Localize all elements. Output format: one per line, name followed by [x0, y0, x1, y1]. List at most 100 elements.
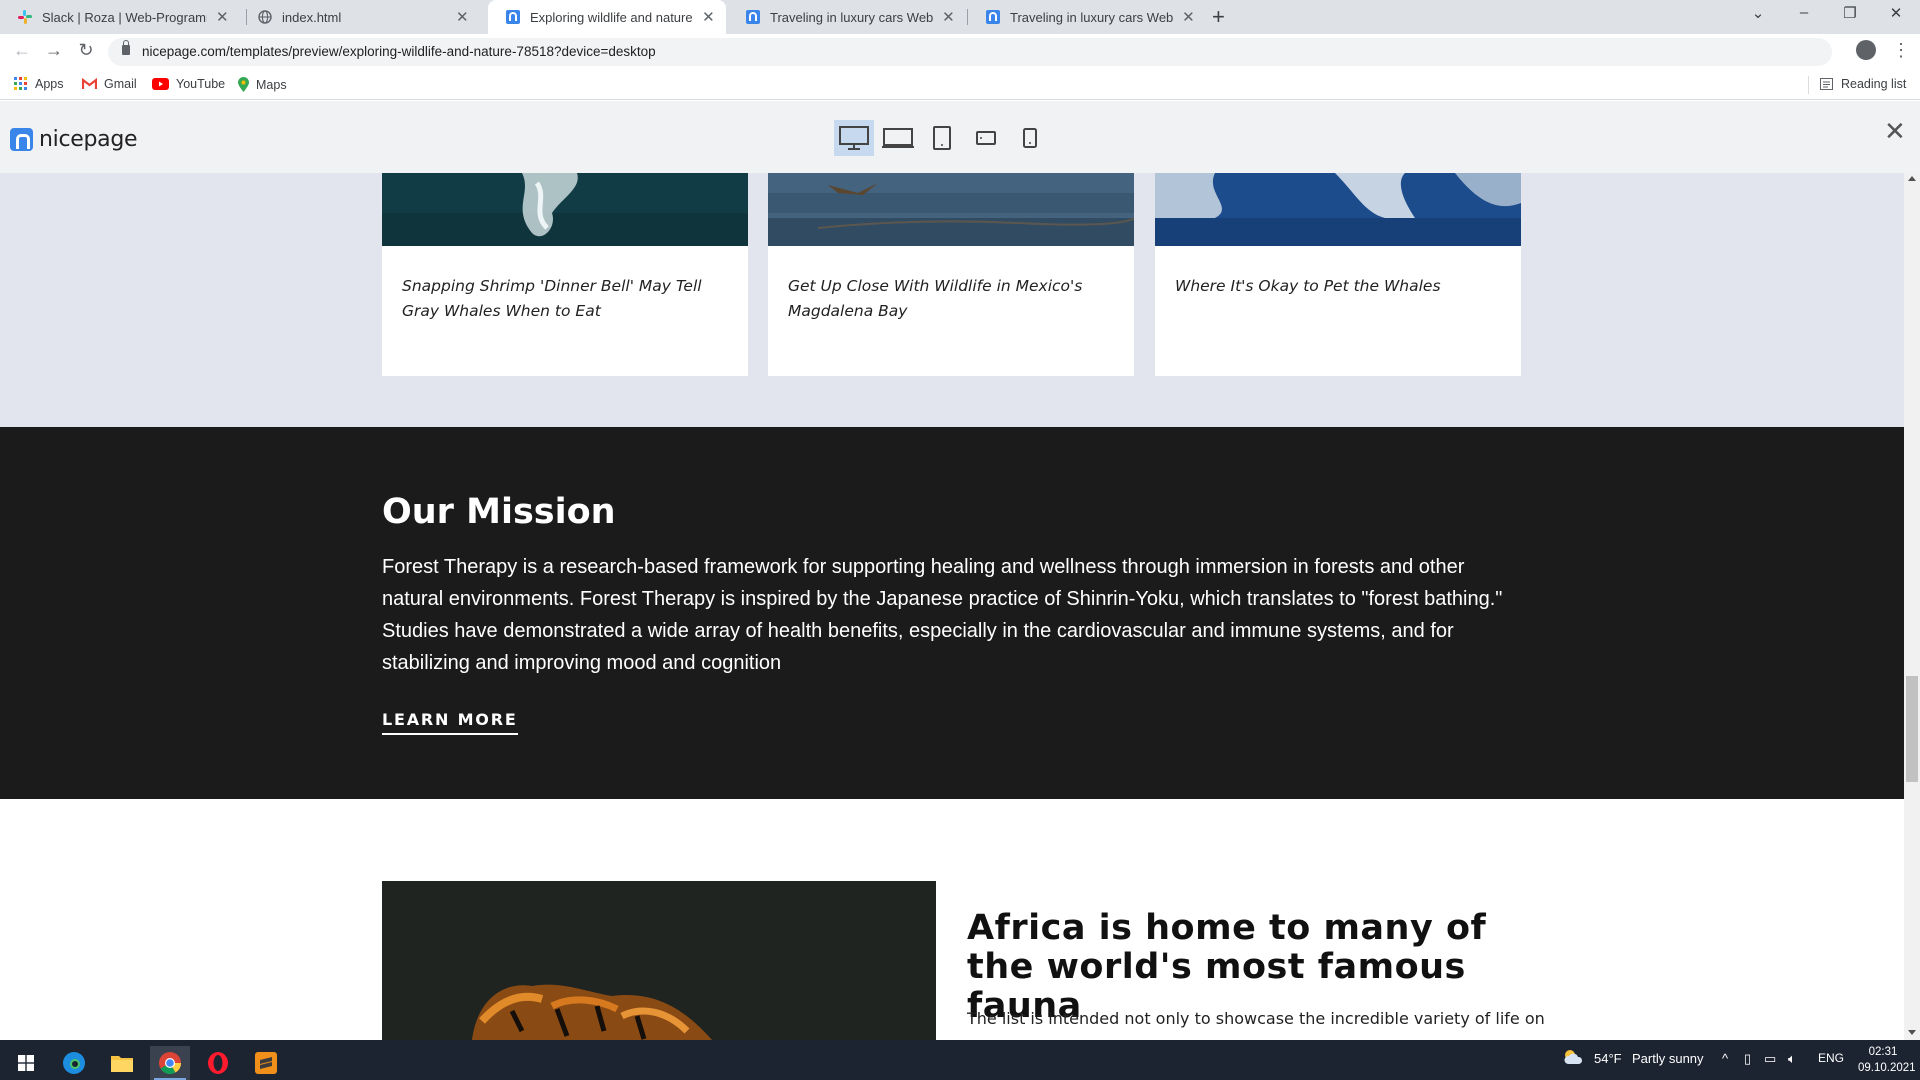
new-tab-button[interactable]: + [1212, 4, 1225, 30]
browser-menu-icon[interactable]: ⋮ [1892, 40, 1910, 61]
browser-tab-strip: Slack | Roza | Web-Programming ✕ index.h… [0, 0, 1920, 34]
url-text[interactable]: nicepage.com/templates/preview/exploring… [142, 44, 656, 59]
card-title[interactable]: Get Up Close With Wildlife in Mexico's M… [788, 274, 1118, 324]
tab-luxury-cars-1[interactable]: Traveling in luxury cars Web Page ✕ [728, 0, 966, 34]
bookmark-maps[interactable]: Maps [238, 77, 287, 92]
tab-luxury-cars-2[interactable]: Traveling in luxury cars Web Page ✕ [968, 0, 1206, 34]
bookmarks-divider [1808, 76, 1809, 94]
tab-title: Slack | Roza | Web-Programming [42, 9, 207, 25]
close-icon[interactable]: ✕ [1181, 8, 1196, 26]
learn-more-link[interactable]: LEARN MORE [382, 710, 518, 735]
nicepage-logo[interactable]: nicepage [10, 127, 138, 152]
tab-search-icon[interactable]: ⌄ [1748, 4, 1768, 22]
tab-index-html[interactable]: index.html ✕ [240, 0, 480, 34]
news-card[interactable]: Snapping Shrimp 'Dinner Bell' May Tell G… [382, 173, 748, 376]
browser-toolbar: ← → ↻ nicepage.com/templates/preview/exp… [0, 34, 1920, 70]
device-phone-button[interactable] [1010, 120, 1050, 156]
volume-icon[interactable]: 🔈︎ [1788, 1051, 1796, 1067]
nicepage-logo-text: nicepage [39, 127, 138, 152]
device-tablet-button[interactable] [922, 120, 962, 156]
minimize-button[interactable]: – [1794, 4, 1814, 21]
scroll-down-arrow-icon[interactable] [1908, 1030, 1916, 1035]
bookmarks-bar: Apps Gmail YouTube Maps Reading list [0, 70, 1920, 100]
bookmark-label: YouTube [176, 77, 226, 91]
device-desktop-button[interactable] [834, 120, 874, 156]
windows-start-icon[interactable] [6, 1046, 46, 1080]
scrollbar-thumb[interactable] [1906, 676, 1918, 782]
restore-button[interactable]: ❐ [1840, 4, 1860, 22]
weather-icon[interactable] [1562, 1049, 1584, 1068]
tray-expand-chevron-icon[interactable]: ^ [1722, 1051, 1728, 1066]
africa-text: The list is intended not only to showcas… [967, 1009, 1545, 1028]
device-tablet-landscape-button[interactable] [966, 120, 1006, 156]
opera-icon[interactable] [198, 1046, 238, 1080]
scroll-up-arrow-icon[interactable] [1908, 176, 1916, 181]
lock-icon [122, 40, 130, 55]
tiger-image [382, 881, 936, 1040]
laptop-icon [882, 128, 914, 148]
profile-avatar-icon[interactable] [1856, 40, 1876, 60]
clock-date: 09.10.2021 [1858, 1062, 1916, 1074]
bookmark-apps[interactable]: Apps [14, 77, 64, 91]
weather-temperature[interactable]: 54°F [1594, 1051, 1622, 1066]
language-indicator[interactable]: ENG [1818, 1051, 1844, 1065]
bookmark-label: Maps [256, 77, 287, 92]
close-icon[interactable]: ✕ [701, 8, 716, 26]
tab-slack[interactable]: Slack | Roza | Web-Programming ✕ [0, 0, 240, 34]
tablet-icon [933, 126, 951, 150]
desktop-icon [839, 126, 869, 150]
page-scrollbar[interactable] [1904, 173, 1920, 1040]
card-image-bird-sea[interactable] [768, 173, 1134, 246]
back-icon[interactable]: ← [10, 40, 34, 61]
bookmark-gmail[interactable]: Gmail [82, 77, 137, 91]
nicepage-preview-header: nicepage [0, 101, 1920, 173]
youtube-icon [152, 78, 169, 90]
nicepage-logo-icon [10, 128, 33, 151]
network-icon[interactable]: ▭ [1764, 1051, 1776, 1067]
close-icon[interactable]: ✕ [455, 8, 470, 26]
tab-exploring-wildlife[interactable]: Exploring wildlife and nature Tem ✕ [488, 0, 726, 34]
reading-list-button[interactable]: Reading list [1820, 77, 1906, 91]
mission-title: Our Mission [382, 492, 616, 532]
card-image-whale-spray[interactable] [1155, 173, 1521, 246]
clock-time: 02:31 [1868, 1046, 1898, 1058]
chrome-taskbar-icon[interactable] [150, 1046, 190, 1080]
tab-title: Exploring wildlife and nature Tem [530, 9, 693, 25]
sublime-text-icon[interactable] [246, 1046, 286, 1080]
africa-section: Africa is home to many of the world's mo… [0, 799, 1904, 1040]
reading-list-icon [1820, 78, 1833, 90]
bookmark-youtube[interactable]: YouTube [152, 77, 225, 91]
weather-description[interactable]: Partly sunny [1632, 1051, 1704, 1066]
forward-icon[interactable]: → [42, 40, 66, 61]
template-preview-viewport: Snapping Shrimp 'Dinner Bell' May Tell G… [0, 173, 1904, 1040]
bookmark-label: Apps [35, 77, 64, 91]
reading-list-label: Reading list [1841, 77, 1907, 91]
close-icon[interactable]: ✕ [215, 8, 230, 26]
bookmark-label: Gmail [104, 77, 137, 91]
tab-title: Traveling in luxury cars Web Page [1010, 9, 1173, 25]
mission-section: Our Mission Forest Therapy is a research… [0, 427, 1904, 799]
gmail-icon [82, 78, 97, 90]
close-icon[interactable]: ✕ [941, 8, 956, 26]
card-title[interactable]: Snapping Shrimp 'Dinner Bell' May Tell G… [402, 274, 732, 324]
nicepage-icon [986, 10, 1000, 24]
address-bar[interactable]: nicepage.com/templates/preview/exploring… [108, 38, 1832, 66]
card-title[interactable]: Where It's Okay to Pet the Whales [1175, 274, 1505, 299]
mission-text: Forest Therapy is a research-based frame… [382, 556, 1503, 674]
news-card[interactable]: Get Up Close With Wildlife in Mexico's M… [768, 173, 1134, 376]
card-image-whale-splash[interactable] [382, 173, 748, 246]
news-card[interactable]: Where It's Okay to Pet the Whales [1155, 173, 1521, 376]
edge-icon[interactable] [54, 1046, 94, 1080]
file-explorer-icon[interactable] [102, 1046, 142, 1080]
device-laptop-button[interactable] [878, 120, 918, 156]
maps-pin-icon [238, 77, 249, 92]
close-window-button[interactable]: ✕ [1886, 4, 1906, 22]
slack-icon [18, 10, 32, 24]
reload-icon[interactable]: ↻ [74, 40, 98, 61]
battery-icon[interactable]: ▯ [1744, 1051, 1751, 1067]
globe-icon [258, 10, 272, 24]
nicepage-icon [506, 10, 520, 24]
taskbar-clock[interactable]: 02:31 09.10.2021 [1858, 1044, 1916, 1076]
tab-title: Traveling in luxury cars Web Page [770, 9, 933, 25]
close-preview-icon[interactable]: ✕ [1884, 118, 1906, 144]
